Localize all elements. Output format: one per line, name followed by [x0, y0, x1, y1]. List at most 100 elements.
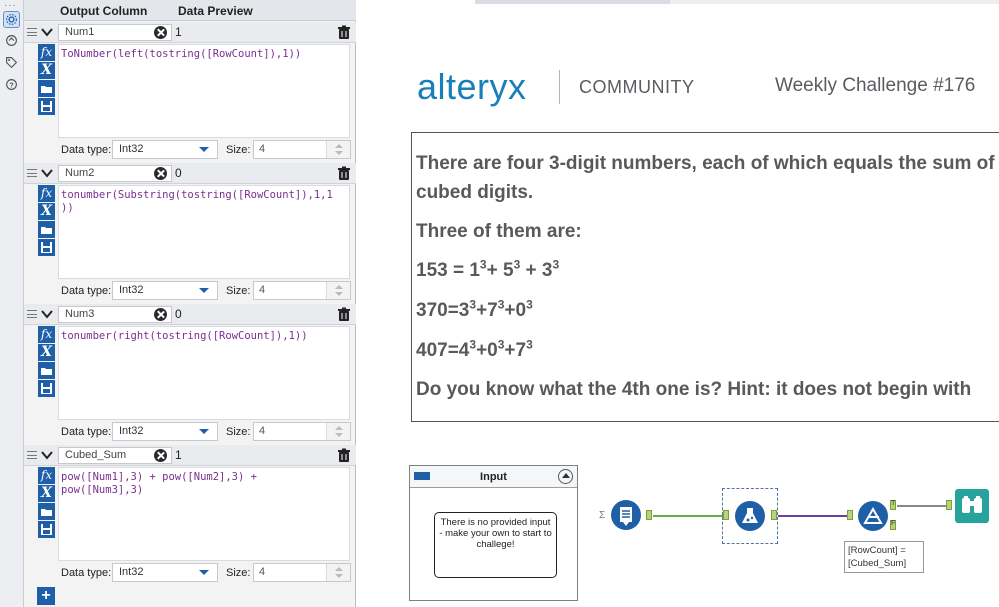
input-tool-container[interactable]: Input There is no provided input - make …	[409, 465, 578, 601]
open-folder-icon[interactable]	[38, 80, 55, 97]
drag-handle-icon[interactable]	[27, 451, 37, 459]
size-spinner-icon[interactable]	[326, 282, 350, 299]
datatype-select[interactable]: Int32	[112, 281, 218, 300]
eq-part: +0	[476, 340, 498, 361]
canvas-tab-active[interactable]	[475, 0, 670, 4]
input-anchor[interactable]	[723, 510, 729, 520]
input-anchor[interactable]	[847, 510, 853, 520]
function-fx-icon[interactable]: fx	[38, 467, 55, 484]
clear-field-icon[interactable]	[154, 449, 167, 462]
save-disk-icon[interactable]	[38, 98, 55, 115]
generate-rows-tool[interactable]	[611, 500, 641, 530]
dropdown-caret-icon	[199, 429, 209, 434]
size-field[interactable]: 4	[253, 281, 351, 300]
eq-part: +0	[504, 300, 527, 321]
filter-annotation[interactable]: [RowCount] = [Cubed_Sum]	[844, 541, 924, 573]
data-preview-header: Data Preview	[178, 4, 253, 18]
size-field[interactable]: 4	[253, 422, 351, 441]
function-fx-icon[interactable]: fx	[38, 326, 55, 343]
expression-editor[interactable]: pow([Num1],3) + pow([Num2],3) + pow([Num…	[58, 467, 350, 561]
more-dots-icon[interactable]: ···	[4, 0, 17, 11]
size-value: 4	[259, 425, 266, 437]
drag-handle-icon[interactable]	[27, 310, 37, 318]
variable-x-icon[interactable]: X	[38, 62, 55, 79]
save-disk-icon[interactable]	[38, 239, 55, 256]
eq-part: 153 = 1	[416, 260, 480, 281]
datatype-select[interactable]: Int32	[112, 422, 218, 441]
output-anchor[interactable]	[771, 510, 777, 520]
connector-line[interactable]	[778, 515, 848, 517]
expression-editor[interactable]: tonumber(right(tostring([RowCount]),1))	[58, 326, 350, 420]
clear-field-icon[interactable]	[154, 167, 167, 180]
tag-icon[interactable]	[3, 54, 20, 71]
size-spinner-icon[interactable]	[326, 141, 350, 158]
drag-handle-icon[interactable]	[27, 169, 37, 177]
datatype-select[interactable]: Int32	[112, 563, 218, 582]
clear-field-icon[interactable]	[154, 308, 167, 321]
configuration-gear-icon[interactable]	[3, 11, 20, 28]
formula-tool[interactable]	[735, 501, 765, 531]
alteryx-logo: alteryx	[417, 66, 527, 107]
function-fx-icon[interactable]: fx	[38, 185, 55, 202]
function-fx-icon[interactable]: fx	[38, 44, 55, 61]
filter-tool[interactable]	[858, 501, 888, 531]
datatype-row: Data type: Int32 Size: 4	[24, 279, 356, 303]
false-output-anchor[interactable]: F	[890, 520, 896, 530]
chevron-down-icon[interactable]	[40, 448, 54, 462]
datatype-select[interactable]: Int32	[112, 140, 218, 159]
save-disk-icon[interactable]	[38, 380, 55, 397]
canvas-tab[interactable]	[670, 0, 999, 4]
drag-handle-icon[interactable]	[27, 28, 37, 36]
chevron-down-icon[interactable]	[40, 166, 54, 180]
size-field[interactable]: 4	[253, 140, 351, 159]
delete-trash-icon[interactable]	[337, 166, 351, 181]
open-folder-icon[interactable]	[38, 503, 55, 520]
size-field[interactable]: 4	[253, 563, 351, 582]
chevron-down-icon[interactable]	[40, 307, 54, 321]
variable-x-icon[interactable]: X	[38, 485, 55, 502]
exponent: 3	[526, 297, 533, 312]
save-disk-icon[interactable]	[38, 521, 55, 538]
size-value: 4	[259, 143, 266, 155]
expression-tools: fx X	[38, 326, 55, 397]
add-formula-button[interactable]: +	[37, 587, 55, 605]
expression-editor[interactable]: tonumber(Substring(tostring([RowCount]),…	[58, 185, 350, 279]
expression-editor[interactable]: ToNumber(left(tostring([RowCount]),1))	[58, 44, 350, 138]
input-anchor[interactable]	[946, 500, 952, 510]
size-label: Size:	[226, 285, 251, 297]
input-note[interactable]: There is no provided input - make your o…	[434, 512, 557, 578]
open-folder-icon[interactable]	[38, 221, 55, 238]
delete-trash-icon[interactable]	[337, 307, 351, 322]
clear-field-icon[interactable]	[154, 26, 167, 39]
workflow-canvas[interactable]: alteryx COMMUNITY Weekly Challenge #176 …	[357, 0, 999, 607]
datatype-value: Int32	[119, 284, 144, 296]
help-icon[interactable]: ?	[3, 76, 20, 93]
connector-line[interactable]	[897, 505, 947, 507]
delete-trash-icon[interactable]	[337, 448, 351, 463]
data-preview-value: 0	[175, 166, 182, 180]
output-anchor[interactable]	[646, 510, 652, 520]
size-value: 4	[259, 284, 266, 296]
annotation-icon[interactable]	[3, 32, 20, 49]
size-spinner-icon[interactable]	[326, 423, 350, 440]
formula-row: Num3 0 fx X tonumber(right(tostring([Row…	[24, 304, 356, 445]
collapse-container-icon[interactable]	[558, 469, 573, 484]
size-label: Size:	[226, 567, 251, 579]
dropdown-caret-icon	[199, 147, 209, 152]
datatype-label: Data type:	[61, 567, 112, 579]
svg-text:?: ?	[9, 80, 14, 89]
dropdown-caret-icon	[199, 288, 209, 293]
browse-tool[interactable]	[955, 489, 989, 523]
variable-x-icon[interactable]: X	[38, 344, 55, 361]
container-title-bar[interactable]: Input	[410, 466, 577, 488]
true-output-anchor[interactable]: T	[890, 500, 896, 510]
size-spinner-icon[interactable]	[326, 564, 350, 581]
variable-x-icon[interactable]: X	[38, 203, 55, 220]
open-folder-icon[interactable]	[38, 362, 55, 379]
delete-trash-icon[interactable]	[337, 25, 351, 40]
exponent: 3	[552, 257, 560, 272]
app-root: ··· ? Output Column Data Preview Num1 1	[0, 0, 999, 607]
connector-line[interactable]	[653, 515, 723, 517]
datatype-value: Int32	[119, 143, 144, 155]
chevron-down-icon[interactable]	[40, 25, 54, 39]
